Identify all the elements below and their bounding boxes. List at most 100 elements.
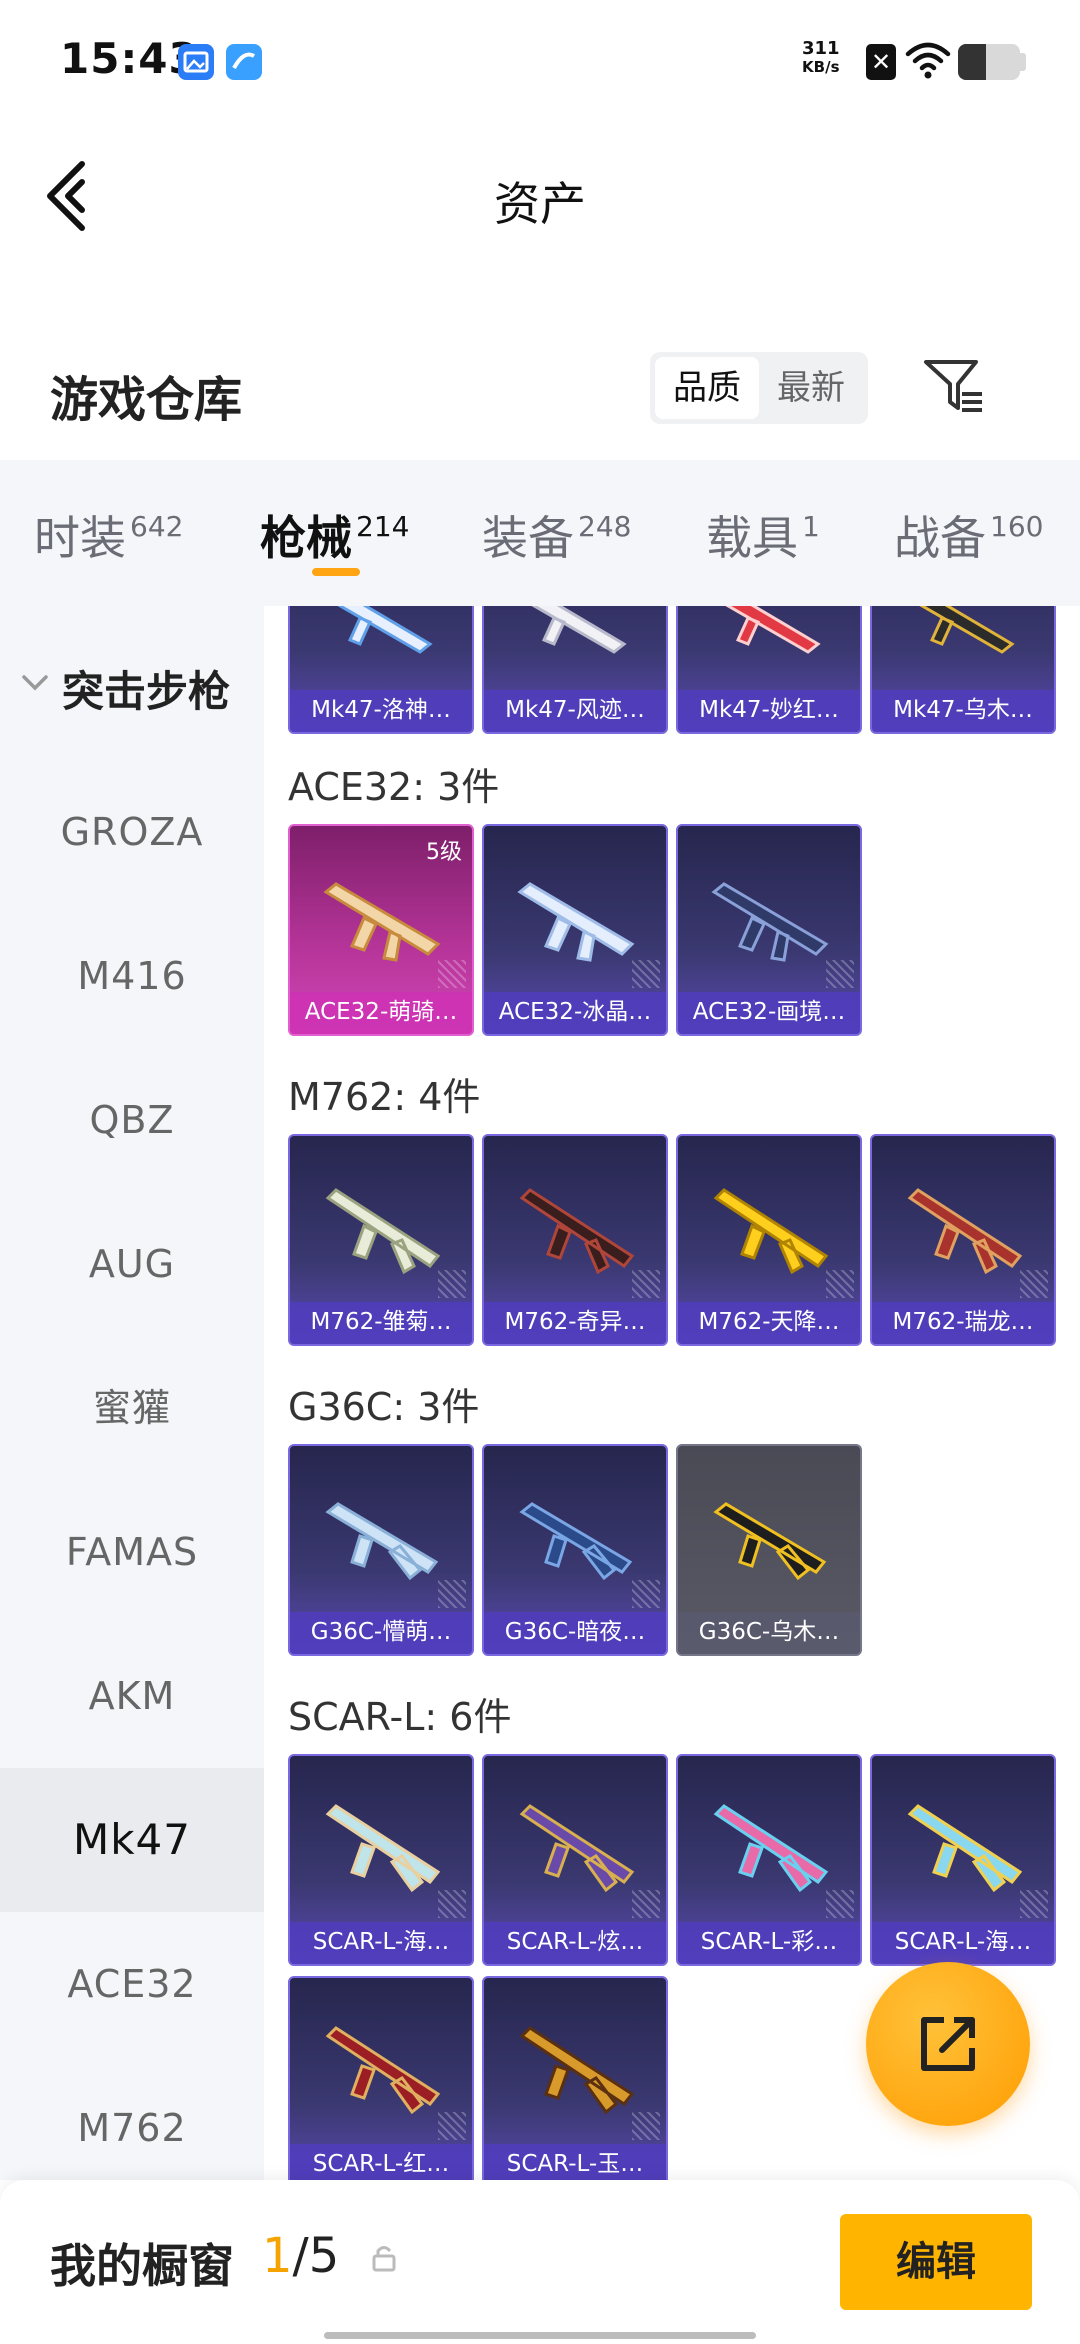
sidebar-item-famas[interactable]: FAMAS — [0, 1480, 264, 1624]
weapon-name: Mk47-妙红… — [678, 690, 860, 732]
weapon-card[interactable]: SCAR-L-海… — [288, 1754, 474, 1966]
edit-button[interactable]: 编辑 — [840, 2214, 1032, 2310]
card-pattern — [438, 960, 466, 988]
weapon-card[interactable]: 5级 ACE32-萌骑… — [288, 824, 474, 1036]
weapon-card[interactable]: ACE32-冰晶… — [482, 824, 668, 1036]
weapon-name: G36C-乌木… — [678, 1612, 860, 1654]
sim-off-icon: ✕ — [866, 44, 896, 80]
weapon-name: G36C-懵萌… — [290, 1612, 472, 1654]
sort-option-quality[interactable]: 品质 — [655, 357, 759, 419]
weapon-card[interactable]: SCAR-L-炫… — [482, 1754, 668, 1966]
tab-count: 214 — [356, 510, 410, 543]
rifle-icon — [325, 1188, 441, 1275]
weapon-card[interactable]: Mk47-风迹… — [482, 606, 668, 734]
weapon-card[interactable]: SCAR-L-彩… — [676, 1754, 862, 1966]
weapon-name: Mk47-风迹… — [484, 690, 666, 732]
rifle-icon — [919, 606, 1015, 654]
sidebar-item-honey-badger[interactable]: 蜜獾 — [0, 1336, 264, 1480]
battery-tip — [1020, 53, 1026, 71]
card-pattern — [438, 2112, 466, 2140]
tab-weapons[interactable]: 枪械 214 — [260, 502, 409, 568]
weapon-card[interactable]: ACE32-画境… — [676, 824, 862, 1036]
card-pattern — [438, 1270, 466, 1298]
weapon-card[interactable]: M762-奇异… — [482, 1134, 668, 1346]
sort-toggle: 品质 最新 — [650, 352, 868, 424]
weapon-card[interactable]: G36C-懵萌… — [288, 1444, 474, 1656]
page-title: 资产 — [494, 177, 586, 231]
weapon-card[interactable]: SCAR-L-玉… — [482, 1976, 668, 2180]
weapon-name: SCAR-L-海… — [290, 1922, 472, 1964]
card-pattern — [632, 960, 660, 988]
card-pattern — [632, 1890, 660, 1918]
rifle-icon — [907, 1188, 1023, 1275]
tab-supplies[interactable]: 战备 160 — [894, 502, 1043, 568]
group-title-scarl: SCAR-L: 6件 — [288, 1695, 512, 1739]
sidebar-group-header[interactable]: 突击步枪 — [0, 646, 264, 726]
card-pattern — [632, 2112, 660, 2140]
rifle-icon — [325, 2026, 441, 2115]
weapon-card[interactable]: G36C-暗夜… — [482, 1444, 668, 1656]
wifi-icon — [905, 42, 951, 79]
net-speed-value: 311 — [802, 38, 840, 59]
lock-icon — [372, 2246, 396, 2272]
sidebar-item-ace32[interactable]: ACE32 — [0, 1912, 264, 2056]
tab-vehicles[interactable]: 载具 1 — [706, 502, 820, 568]
net-speed: 311 KB/s — [802, 38, 840, 77]
sidebar-item-m416[interactable]: M416 — [0, 904, 264, 1048]
rifle-icon — [323, 882, 441, 962]
sidebar-item-mk47[interactable]: Mk47 — [0, 1768, 264, 1912]
tab-active-indicator — [312, 568, 360, 576]
card-pattern — [826, 1890, 854, 1918]
rifle-icon — [519, 1502, 633, 1581]
weapon-name: ACE32-萌骑… — [290, 992, 472, 1034]
weapon-card[interactable]: SCAR-L-海… — [870, 1754, 1056, 1966]
sidebar-item-groza[interactable]: GROZA — [0, 760, 264, 904]
weapon-card[interactable]: Mk47-妙红… — [676, 606, 862, 734]
tab-count: 160 — [990, 510, 1044, 543]
sidebar-item-m762[interactable]: M762 — [0, 2056, 264, 2180]
showcase-total: /5 — [292, 2228, 340, 2284]
category-tabs: 时装 642 枪械 214 装备 248 载具 1 战备 160 — [0, 460, 1080, 606]
tab-label: 枪械 — [260, 511, 352, 565]
rifle-icon — [517, 882, 635, 962]
rifle-icon — [725, 606, 821, 654]
group-title-g36c: G36C: 3件 — [288, 1385, 480, 1429]
weapon-name: M762-天降… — [678, 1302, 860, 1344]
weapon-card[interactable]: M762-天降… — [676, 1134, 862, 1346]
card-pattern — [1020, 1270, 1048, 1298]
tab-count: 1 — [802, 510, 820, 543]
weapon-card[interactable]: SCAR-L-红… — [288, 1976, 474, 2180]
showcase-bar: 我的橱窗 1/5 编辑 — [0, 2180, 1080, 2344]
card-pattern — [438, 1890, 466, 1918]
net-speed-unit: KB/s — [802, 58, 840, 76]
share-button[interactable] — [866, 1962, 1030, 2126]
tab-label: 装备 — [482, 511, 574, 565]
showcase-count: 1/5 — [262, 2228, 339, 2284]
tab-skins[interactable]: 时装 642 — [34, 502, 183, 568]
weapon-card[interactable]: M762-雏菊… — [288, 1134, 474, 1346]
weapon-card[interactable]: Mk47-乌木… — [870, 606, 1056, 734]
weapon-name: ACE32-冰晶… — [484, 992, 666, 1034]
sort-option-latest[interactable]: 最新 — [759, 357, 863, 419]
share-icon — [921, 2017, 975, 2071]
weapon-card[interactable]: Mk47-洛神… — [288, 606, 474, 734]
sidebar-item-aug[interactable]: AUG — [0, 1192, 264, 1336]
weapon-card[interactable]: M762-瑞龙… — [870, 1134, 1056, 1346]
weapon-name: ACE32-画境… — [678, 992, 860, 1034]
weapon-card[interactable]: G36C-乌木… — [676, 1444, 862, 1656]
sidebar-item-qbz[interactable]: QBZ — [0, 1048, 264, 1192]
weapon-name: SCAR-L-海… — [872, 1922, 1054, 1964]
rifle-icon — [713, 1502, 827, 1581]
chevron-down-icon — [22, 675, 48, 691]
tab-count: 248 — [578, 510, 632, 543]
sidebar-item-akm[interactable]: AKM — [0, 1624, 264, 1768]
rifle-icon — [519, 2026, 635, 2115]
rifle-icon — [325, 1502, 439, 1581]
card-pattern — [1020, 1890, 1048, 1918]
home-indicator[interactable] — [324, 2332, 756, 2339]
filter-icon[interactable] — [922, 356, 986, 416]
card-pattern — [826, 1270, 854, 1298]
tab-equipment[interactable]: 装备 248 — [482, 502, 631, 568]
weapon-grid: Mk47-洛神… Mk47-风迹… Mk47-妙红… Mk47-乌木… ACE3… — [264, 606, 1080, 2180]
weapon-type-sidebar: 突击步枪 GROZA M416 QBZ AUG 蜜獾 FAMAS AKM Mk4… — [0, 606, 264, 2180]
